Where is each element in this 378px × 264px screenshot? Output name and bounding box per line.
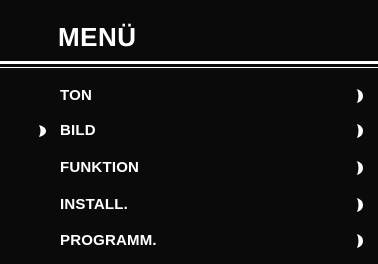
- chevron-right-icon: [357, 198, 363, 212]
- chevron-right-icon: [357, 89, 363, 103]
- menu-item-programm[interactable]: PROGRAMM.: [0, 228, 378, 254]
- menu-item-funktion[interactable]: FUNKTION: [0, 155, 378, 181]
- menu-item-install[interactable]: INSTALL.: [0, 192, 378, 218]
- menu-title: MENÜ: [58, 22, 137, 52]
- title-divider-thin: [0, 67, 378, 68]
- chevron-right-icon: [357, 124, 363, 138]
- menu-item-label: BILD: [60, 122, 96, 139]
- menu-item-ton[interactable]: TON: [0, 83, 378, 109]
- menu-item-label: TON: [60, 87, 92, 104]
- menu-item-bild[interactable]: BILD: [0, 118, 378, 144]
- selection-pointer-icon: [39, 125, 46, 137]
- tv-osd-menu: MENÜ TON BILD FUNKTION INSTALL. PROGRAMM…: [0, 0, 378, 264]
- menu-item-label: FUNKTION: [60, 159, 140, 176]
- chevron-right-icon: [357, 234, 363, 248]
- menu-item-label: PROGRAMM.: [60, 232, 157, 249]
- chevron-right-icon: [357, 161, 363, 175]
- menu-item-label: INSTALL.: [60, 196, 128, 213]
- title-divider: [0, 61, 378, 64]
